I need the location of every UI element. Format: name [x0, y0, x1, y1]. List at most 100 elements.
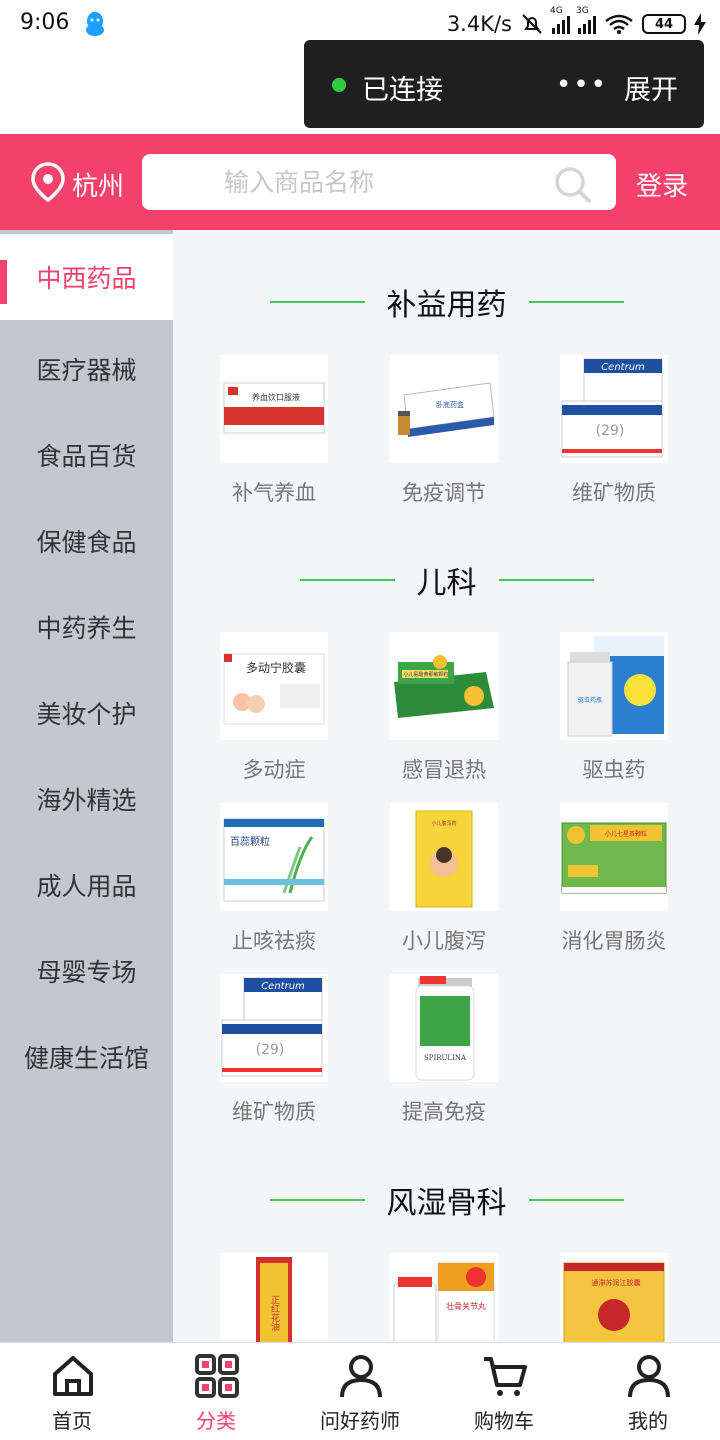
product-item[interactable]: 养血饮口服液 补气养血 — [173, 355, 343, 515]
tab-home[interactable]: 首页 — [0, 1343, 144, 1440]
sidebar-item-overseas[interactable]: 海外精选 — [0, 756, 173, 842]
product-item[interactable]: 小儿氨酚黄那敏颗粒 感冒退热 — [343, 632, 513, 792]
svg-text:(29): (29) — [256, 1042, 285, 1058]
sidebar-item-label: 中药养生 — [36, 614, 137, 643]
product-item[interactable]: 卧底药盒 免疫调节 — [343, 355, 513, 515]
location-icon[interactable] — [30, 162, 66, 202]
profile-icon — [628, 1355, 670, 1398]
signal-4g-icon: 4G — [550, 6, 570, 34]
section-title: 儿科 — [173, 555, 720, 605]
tab-label: 首页 — [52, 1409, 92, 1433]
product-item[interactable]: 小儿腹泻药 小儿腹泻 — [343, 803, 513, 963]
product-image-text: 小儿七星茶颗粒 — [605, 830, 647, 838]
product-item[interactable]: SPIRULINA 提高免疫 — [343, 974, 513, 1134]
search-input[interactable] — [142, 154, 616, 210]
product-item[interactable]: Centrum (29) 维矿物质 — [173, 974, 343, 1134]
sidebar-item-food[interactable]: 食品百货 — [0, 412, 173, 498]
product-image-text: 小儿氨酚黄那敏颗粒 — [403, 671, 448, 678]
product-image: 卧底药盒 — [390, 355, 498, 463]
battery-icon: 44 — [642, 14, 686, 34]
product-image: 驱虫药瓶 — [560, 632, 668, 740]
product-image: Centrum (29) — [560, 355, 668, 463]
more-options-button[interactable]: ••• — [556, 70, 608, 100]
product-image: SPIRULINA — [390, 974, 498, 1082]
sidebar-item-tcm[interactable]: 中药养生 — [0, 584, 173, 670]
product-item[interactable]: 壮骨关节丸 — [343, 1253, 513, 1342]
product-label: 驱虫药 — [582, 758, 646, 782]
sidebar-item-adult[interactable]: 成人用品 — [0, 842, 173, 928]
net1-label: 4G — [550, 6, 563, 16]
category-icon — [195, 1354, 239, 1398]
tab-pharmacist[interactable]: 问好药师 — [288, 1343, 432, 1440]
product-image: 通滞苏润江胶囊 — [560, 1253, 668, 1342]
sidebar-item-western-medicine[interactable]: 中西药品 — [0, 234, 173, 320]
product-image: Centrum (29) — [220, 974, 328, 1082]
sidebar-item-label: 海外精选 — [36, 786, 137, 815]
product-label: 维矿物质 — [572, 481, 656, 505]
search-box[interactable] — [142, 154, 616, 210]
mute-icon — [522, 14, 542, 34]
product-item[interactable]: 通滞苏润江胶囊 — [513, 1253, 683, 1342]
sidebar-item-mother-baby[interactable]: 母婴专场 — [0, 928, 173, 1014]
title-divider — [498, 579, 594, 581]
product-item[interactable]: Centrum (29) 维矿物质 — [513, 355, 683, 515]
product-image: 小儿氨酚黄那敏颗粒 — [390, 632, 498, 740]
pharmacist-icon — [340, 1355, 382, 1398]
sidebar-item-label: 成人用品 — [36, 872, 137, 901]
tab-category[interactable]: 分类 — [144, 1343, 288, 1440]
sidebar-item-label: 医疗器械 — [36, 356, 137, 385]
product-image-text: 小儿腹泻药 — [431, 820, 456, 827]
top-header: 杭州 登录 — [0, 134, 720, 230]
product-item[interactable]: 小儿七星茶颗粒 消化胃肠炎 — [513, 803, 683, 963]
title-divider — [528, 1199, 624, 1201]
sidebar-item-medical-devices[interactable]: 医疗器械 — [0, 326, 173, 412]
tab-label: 分类 — [196, 1409, 236, 1433]
charging-icon — [694, 13, 706, 35]
product-image-text: 卧底药盒 — [436, 400, 464, 409]
tab-cart[interactable]: 购物车 — [432, 1343, 576, 1440]
tab-label: 购物车 — [474, 1409, 534, 1433]
product-item[interactable]: 驱虫药瓶 驱虫药 — [513, 632, 683, 792]
sidebar-item-label: 健康生活馆 — [23, 1044, 149, 1073]
product-item[interactable]: 百蕊颗粒 止咳祛痰 — [173, 803, 343, 963]
product-image: 养血饮口服液 — [220, 355, 328, 463]
sidebar-item-label: 中西药品 — [36, 264, 137, 293]
product-item[interactable]: 正红花油 — [173, 1253, 343, 1342]
search-icon[interactable] — [552, 164, 592, 204]
login-button[interactable]: 登录 — [636, 166, 688, 203]
connection-overlay[interactable]: 已连接 ••• 展开 — [304, 40, 704, 128]
sidebar-item-health-food[interactable]: 保健食品 — [0, 498, 173, 584]
status-time: 9:06 — [20, 10, 70, 35]
product-image-text: 通滞苏润江胶囊 — [592, 1278, 641, 1287]
sidebar-item-healthy-living[interactable]: 健康生活馆 — [0, 1014, 173, 1100]
product-label: 提高免疫 — [402, 1100, 486, 1124]
product-image-text: Centrum — [261, 981, 305, 992]
bottom-tab-bar: 首页 分类 问好药师 购物车 我的 — [0, 1342, 720, 1440]
title-divider — [528, 301, 624, 303]
product-image-text: 壮骨关节丸 — [446, 1301, 486, 1311]
product-image-text: 养血饮口服液 — [252, 392, 300, 402]
svg-text:(29): (29) — [596, 423, 625, 439]
section-title-text: 补益用药 — [386, 288, 507, 323]
sidebar-item-label: 食品百货 — [36, 442, 137, 471]
wifi-icon — [605, 14, 633, 34]
product-item[interactable]: 多动宁胶囊 多动症 — [173, 632, 343, 792]
title-divider — [269, 1199, 365, 1201]
product-image: 小儿腹泻药 — [390, 803, 498, 911]
tab-label: 我的 — [628, 1409, 668, 1433]
status-right: 3.4K/s 4G 3G 44 — [447, 6, 706, 38]
expand-button[interactable]: 展开 — [624, 68, 678, 107]
category-sidebar: 中西药品 医疗器械 食品百货 保健食品 中药养生 美妆个护 海外精选 成人用品 … — [0, 230, 173, 1342]
title-divider — [299, 579, 395, 581]
section-title: 风湿骨科 — [173, 1175, 720, 1225]
product-image-text: 多动宁胶囊 — [246, 660, 306, 675]
tab-profile[interactable]: 我的 — [576, 1343, 720, 1440]
product-image: 壮骨关节丸 — [390, 1253, 498, 1342]
section-title: 补益用药 — [173, 277, 720, 327]
product-image: 正红花油 — [220, 1253, 328, 1342]
sidebar-item-beauty[interactable]: 美妆个护 — [0, 670, 173, 756]
connected-dot-icon — [332, 78, 346, 92]
connection-status: 已连接 — [362, 75, 443, 106]
cart-icon — [484, 1357, 527, 1396]
city-selector[interactable]: 杭州 — [72, 166, 124, 203]
